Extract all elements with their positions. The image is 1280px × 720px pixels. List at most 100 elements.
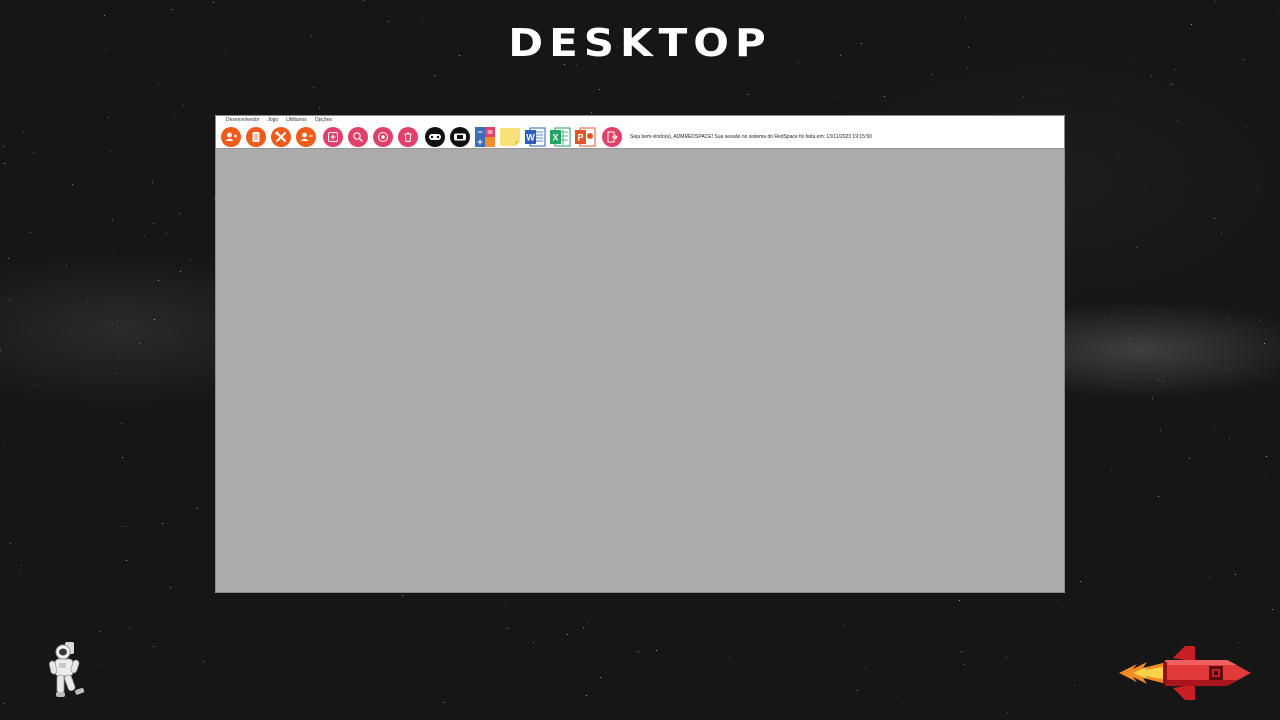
star	[1006, 657, 1007, 658]
star	[443, 702, 444, 703]
star	[162, 523, 163, 524]
star	[1264, 343, 1265, 344]
star	[1209, 577, 1210, 578]
star	[1104, 317, 1105, 318]
star	[121, 526, 122, 527]
app-window: Desenvolvedor Jogo Utilitarios Opções W …	[215, 115, 1065, 593]
star	[180, 271, 181, 272]
star	[10, 543, 11, 544]
report-button[interactable]	[245, 126, 267, 147]
powerpoint-button[interactable]: P	[574, 127, 596, 147]
slide: DESKTOP Desenvolvedor Jogo Utilitarios O…	[0, 0, 1280, 720]
trash-icon	[398, 126, 418, 147]
star	[4, 163, 5, 164]
delete-game-button[interactable]	[397, 126, 419, 147]
star	[588, 622, 589, 623]
star	[72, 184, 73, 185]
star	[884, 96, 885, 97]
star	[865, 668, 866, 669]
slide-title: DESKTOP	[508, 19, 772, 66]
logout-icon	[602, 126, 622, 147]
star	[1074, 685, 1075, 686]
menu-jogo[interactable]: Jogo	[263, 116, 282, 125]
star	[600, 677, 601, 678]
star	[567, 634, 568, 635]
star	[1228, 317, 1229, 318]
logout-button[interactable]	[601, 126, 623, 147]
star	[319, 107, 320, 108]
star	[1215, 1, 1216, 2]
search-game-button[interactable]	[347, 126, 369, 147]
star	[1221, 233, 1222, 234]
tools-button[interactable]	[270, 126, 292, 147]
star	[21, 565, 22, 566]
menu-utilitarios[interactable]: Utilitarios	[282, 116, 311, 125]
excel-button[interactable]: X	[549, 127, 571, 147]
star	[37, 385, 38, 386]
add-user-button[interactable]	[220, 126, 242, 147]
star	[434, 75, 435, 76]
excel-icon: X	[550, 127, 571, 146]
star	[122, 457, 123, 458]
star	[507, 628, 508, 629]
star	[190, 259, 191, 260]
star	[1158, 379, 1159, 380]
star	[1163, 381, 1164, 382]
star	[152, 182, 153, 183]
menu-desenvolvedor[interactable]: Desenvolvedor	[222, 116, 263, 125]
notepad-button[interactable]	[499, 127, 521, 147]
star	[171, 9, 172, 10]
game-console-button[interactable]	[449, 126, 471, 147]
star	[1258, 190, 1259, 191]
star	[1277, 10, 1278, 11]
star	[126, 560, 127, 561]
astronaut-icon	[48, 642, 85, 697]
star	[599, 89, 600, 90]
star	[834, 97, 835, 98]
star	[121, 423, 122, 424]
star	[964, 664, 965, 665]
star	[363, 0, 364, 1]
star	[1007, 712, 1008, 713]
gamepad-button[interactable]	[424, 126, 446, 147]
star	[19, 569, 20, 570]
star	[117, 321, 118, 322]
star	[33, 152, 34, 153]
star	[213, 2, 214, 3]
star	[1151, 75, 1152, 76]
star	[203, 661, 204, 662]
star	[153, 223, 154, 224]
star	[110, 151, 111, 152]
add-game-button[interactable]	[322, 126, 344, 147]
star	[144, 235, 145, 236]
star	[1235, 574, 1236, 575]
star	[591, 112, 592, 113]
star	[197, 508, 198, 509]
mdi-workspace	[216, 149, 1064, 592]
star	[1229, 438, 1230, 439]
star	[313, 87, 314, 88]
svg-text:W: W	[526, 132, 535, 142]
star	[959, 600, 960, 601]
star	[1062, 606, 1063, 607]
star	[1130, 338, 1131, 339]
calculator-icon	[475, 126, 495, 147]
view-game-button[interactable]	[372, 126, 394, 147]
star	[139, 343, 140, 344]
star	[158, 280, 159, 281]
star	[100, 631, 101, 632]
menu-opcoes[interactable]: Opções	[311, 116, 336, 125]
star	[902, 703, 903, 704]
star	[3, 146, 4, 147]
star	[1136, 247, 1137, 248]
word-button[interactable]: W	[524, 127, 546, 147]
eye-icon	[373, 126, 393, 147]
star	[23, 131, 24, 132]
star	[4, 445, 5, 446]
star	[533, 642, 534, 643]
remove-user-button[interactable]	[295, 126, 317, 147]
powerpoint-icon: P	[575, 127, 596, 146]
star	[1175, 69, 1176, 70]
calculator-button[interactable]	[474, 126, 496, 147]
star	[1158, 496, 1159, 497]
